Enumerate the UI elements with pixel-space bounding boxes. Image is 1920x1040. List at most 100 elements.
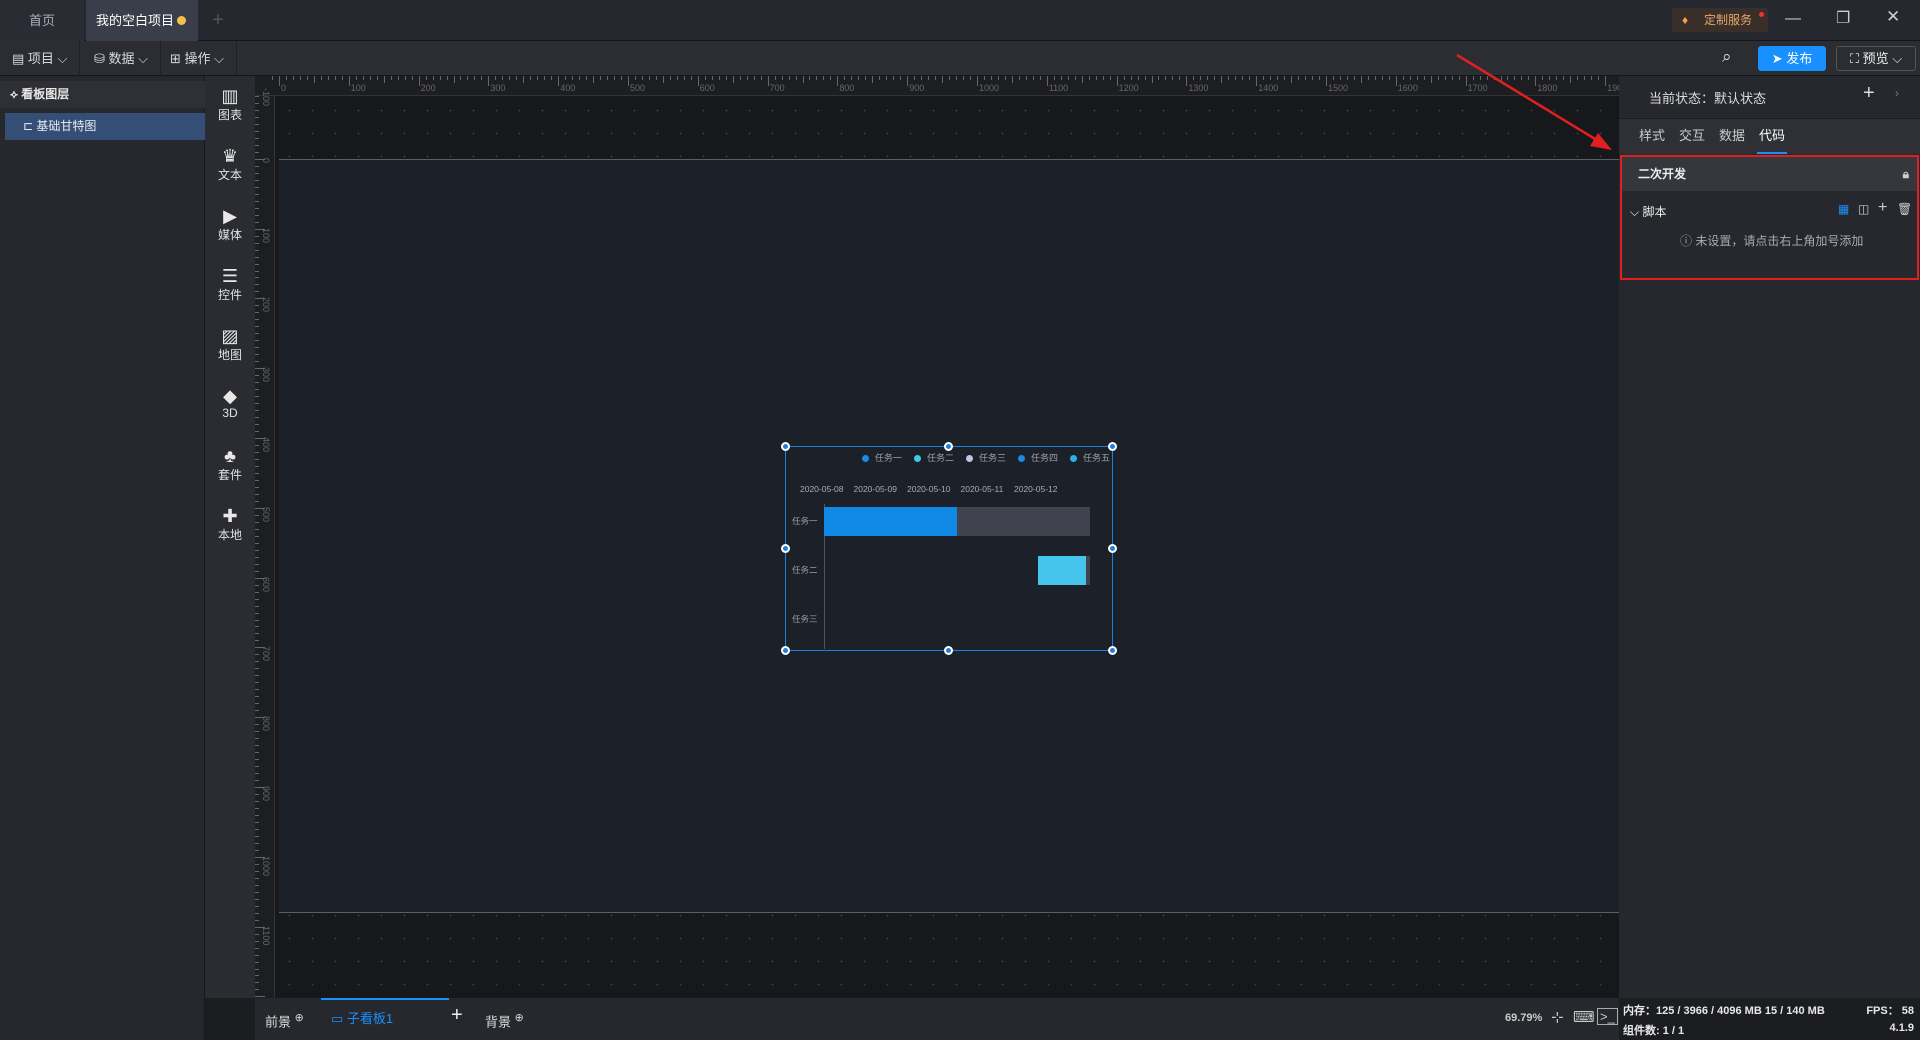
component-media[interactable]: ▶ 媒体 [205,206,255,243]
terminal-icon[interactable]: >_ [1597,1008,1618,1025]
ruler-tick [255,431,259,433]
legend-item[interactable]: 任务二 [913,453,954,463]
ruler-tick [255,109,259,111]
gantt-chart-widget[interactable]: 任务一 任务二 任务三 任务四 任务五 2020-05-08 2020-05-09 2020… [781,442,1117,655]
layer-item-gantt[interactable]: ⊏ 基础甘特图 [5,113,205,140]
menu-project[interactable]: ▤ 项目 ⌵ [0,41,81,76]
resize-handle[interactable] [944,646,953,655]
panel-icon[interactable]: ◫ [1858,202,1869,216]
ruler-tick [255,354,259,356]
ruler-tick [1402,76,1404,80]
resize-handle[interactable] [944,442,953,451]
back-label: 背景 [485,1014,512,1030]
tab-code[interactable]: 代码 [1757,119,1788,154]
ruler-tick [1346,76,1348,80]
vertical-ruler: -100 0 100 200 300 400 500 600 700 800 900 1000 1100 [255,88,275,998]
legend-label: 任务四 [1030,453,1058,463]
legend-item[interactable]: 任务一 [861,453,902,463]
component-text[interactable]: ♛ 文本 [205,146,255,183]
ruler-tick [579,76,581,80]
ruler-tick [255,144,259,146]
background-tab[interactable]: 背景 ⊕ [485,1011,524,1030]
media-icon: ▶ [223,206,237,226]
ruler-tick [1598,76,1600,80]
component-cube[interactable]: ◆ 3D [205,386,255,420]
tab-home[interactable]: 首页 [0,0,84,41]
ruler-tick [255,724,259,726]
component-puzzle[interactable]: ✚ 本地 [205,506,255,543]
minimize-button[interactable]: — [1785,10,1801,28]
current-state: 当前状态：默认状态 [1649,91,1767,106]
add-state-button[interactable]: + [1863,82,1875,105]
publish-button[interactable]: ➤ 发布 [1758,46,1826,71]
legend-label: 任务二 [926,453,954,463]
lock-icon[interactable]: 🔒︎ [1903,157,1909,191]
legend-item[interactable]: 任务四 [1017,453,1058,463]
legend-label: 任务三 [978,453,1006,463]
search-icon[interactable]: ⌕ [1722,47,1732,67]
tab-style[interactable]: 样式 [1637,119,1667,154]
ruler-tick [453,76,455,83]
ruler-tick [558,76,560,86]
custom-service-button[interactable]: ♦ 定制服务 [1672,8,1768,32]
component-map[interactable]: ▨ 地图 [205,326,255,363]
ruler-tick [718,76,720,80]
add-board-button[interactable]: + [451,1004,463,1027]
close-button[interactable]: ✕ [1886,7,1900,27]
ruler-tick [1500,76,1502,83]
ruler-tick [255,842,259,844]
ruler-tick [746,76,748,80]
ruler-label: 1500 [1328,83,1349,93]
ruler-tick [255,102,259,104]
menu-operate[interactable]: ⊞ 操作 ⌵ [158,41,237,76]
resize-handle[interactable] [781,544,790,553]
ruler-tick [255,591,259,593]
tab-interaction[interactable]: 交互 [1677,119,1707,154]
add-script-button[interactable]: + [1878,199,1887,217]
ruler-tick [1570,76,1572,83]
tab-project[interactable]: 我的空白项目 [86,0,198,41]
ruler-tick [1137,76,1139,80]
ruler-tick [390,76,392,80]
script-group-toggle[interactable]: ⌵ 脚本 [1630,203,1666,220]
ruler-tick [865,76,867,80]
component-control[interactable]: ☰ 控件 [205,266,255,303]
foreground-tab[interactable]: 前景 ⊕ [265,1011,304,1030]
board-tab-sub1[interactable]: ▭ 子看板1 [321,998,449,1040]
trash-icon[interactable]: 🗑︎ [1897,202,1912,216]
ruler-label: 800 [261,716,271,732]
resize-handle[interactable] [1108,544,1117,553]
ruler-tick [255,151,259,153]
fit-icon[interactable]: ⊹ [1551,1008,1564,1026]
legend-item[interactable]: 任务五 [1069,453,1110,463]
menu-data[interactable]: ⛁ 数据 ⌵ [82,41,161,76]
layout-icon[interactable]: ▦ [1838,202,1849,216]
ruler-tick [725,76,727,80]
resize-handle[interactable] [781,442,790,451]
resize-handle[interactable] [1108,646,1117,655]
horizontal-ruler: 0 100 200 300 400 500 600 700 800 900 1000 1100 1200… [255,76,1627,96]
ruler-tick [255,500,259,502]
component-kit[interactable]: ♣ 套件 [205,446,255,483]
chart-date-axis: 2020-05-08 2020-05-09 2020-05-10 2020-05-11… [800,481,1068,495]
keyboard-icon[interactable]: ⌨ [1573,1008,1595,1026]
ruler-tick [1200,76,1202,80]
tab-data[interactable]: 数据 [1717,119,1747,154]
chevron-right-icon[interactable]: › [1895,86,1899,100]
ruler-tick [886,76,888,80]
ruler-tick [565,76,567,80]
resize-handle[interactable] [1108,442,1117,451]
ruler-label: 500 [261,506,271,522]
legend-item[interactable]: 任务三 [965,453,1006,463]
ruler-tick [255,912,259,914]
ruler-tick [949,76,951,80]
legend-dot [913,455,921,463]
restore-button[interactable]: ❐ [1836,8,1850,28]
component-chart[interactable]: ▥ 图表 [205,86,255,123]
component-label: 地图 [217,348,242,362]
ruler-tick [1277,76,1279,80]
preview-button[interactable]: ⛶ 预览 ⌵ [1836,46,1916,71]
resize-handle[interactable] [781,646,790,655]
ruler-tick [255,814,259,816]
new-tab-button[interactable]: + [206,0,230,41]
